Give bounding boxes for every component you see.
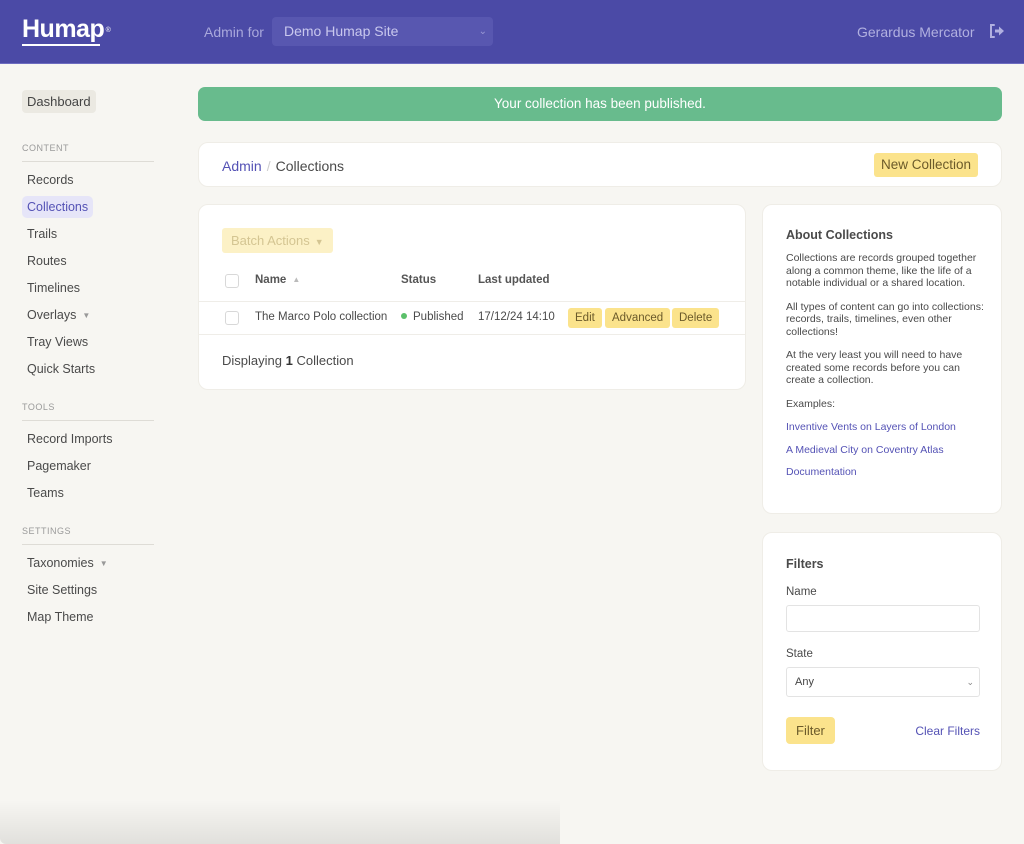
status-dot-icon <box>401 312 407 319</box>
row-last-updated: 17/12/24 14:10 <box>478 311 555 323</box>
logo-text: Humap <box>22 15 105 43</box>
breadcrumb: Admin / Collections <box>222 158 344 174</box>
sidebar-item-teams[interactable]: Teams <box>22 482 69 504</box>
filter-actions: Filter Clear Filters <box>786 717 980 745</box>
new-collection-button[interactable]: New Collection <box>873 153 978 177</box>
filter-button[interactable]: Filter <box>786 717 835 744</box>
sidebar-item-label: Taxonomies <box>27 556 94 570</box>
example-link-layers-of-london[interactable]: Inventive Vents on Layers of London <box>786 421 986 433</box>
section-title: TOOLS <box>22 402 154 421</box>
about-title: About Collections <box>786 228 893 242</box>
success-alert: Your collection has been published. <box>198 87 1002 121</box>
sort-icon: ▲︎ <box>292 275 300 285</box>
about-paragraph: All types of content can go into collect… <box>786 300 984 338</box>
breadcrumb-separator: / <box>266 158 271 174</box>
sidebar-item-dashboard[interactable]: Dashboard <box>22 90 96 113</box>
row-name[interactable]: The Marco Polo collection <box>255 311 387 323</box>
displaying-count: Displaying 1 Collection <box>222 353 354 368</box>
batch-actions-label: Batch Actions <box>231 233 310 248</box>
filters-card: Filters Name State Any ⌄ Filter Clear Fi… <box>762 532 1002 771</box>
sidebar-item-routes[interactable]: Routes <box>22 250 72 272</box>
clear-filters-link[interactable]: Clear Filters <box>915 724 980 738</box>
sidebar-section-content: CONTENT Records Collections Trails Route… <box>22 143 154 380</box>
chevron-down-icon: ⌄ <box>966 677 974 687</box>
section-title: SETTINGS <box>22 526 154 545</box>
user-name[interactable]: Gerardus Mercator <box>857 24 974 40</box>
sidebar-item-tray-views[interactable]: Tray Views <box>22 331 93 353</box>
admin-for-label: Admin for <box>204 24 264 40</box>
examples-label: Examples: <box>786 397 836 410</box>
about-paragraph: Collections are records grouped together… <box>786 252 977 289</box>
example-link-coventry-atlas[interactable]: A Medieval City on Coventry Atlas <box>786 444 986 456</box>
sidebar-item-map-theme[interactable]: Map Theme <box>22 606 98 628</box>
breadcrumb-card: Admin / Collections New Collection <box>198 142 1002 187</box>
row-divider <box>199 301 745 302</box>
about-paragraph: At the very least you will need to have … <box>786 349 963 386</box>
sidebar-item-record-imports[interactable]: Record Imports <box>22 428 117 450</box>
footer-suffix: Collection <box>296 353 354 368</box>
column-header-name[interactable]: Name ▲︎ <box>255 274 300 286</box>
site-select-value: Demo Humap Site <box>284 23 399 39</box>
status-text: Published <box>413 311 464 323</box>
caret-down-icon: ▼ <box>82 310 91 320</box>
sidebar-item-trails[interactable]: Trails <box>22 223 62 245</box>
breadcrumb-admin-link[interactable]: Admin <box>222 158 262 174</box>
name-label: Name <box>786 586 817 598</box>
row-checkbox[interactable] <box>225 311 239 325</box>
documentation-link[interactable]: Documentation <box>786 466 986 478</box>
sidebar-item-records[interactable]: Records <box>22 169 79 191</box>
about-collections-card: About Collections Collections are record… <box>762 204 1002 514</box>
sidebar-item-collections[interactable]: Collections <box>22 196 94 218</box>
sidebar: Dashboard CONTENT Records Collections Tr… <box>22 90 154 633</box>
sidebar-item-timelines[interactable]: Timelines <box>22 277 85 299</box>
select-all-checkbox[interactable] <box>225 274 239 288</box>
sidebar-item-label: Overlays <box>27 308 77 322</box>
logo-underline <box>22 44 101 46</box>
sidebar-section-settings: SETTINGS Taxonomies ▼ Site Settings Map T… <box>22 526 154 628</box>
column-header-status: Status <box>401 274 437 286</box>
bottom-shadow <box>0 800 560 844</box>
humap-logo[interactable]: Humap ® <box>22 15 111 46</box>
sidebar-section-tools: TOOLS Record Imports Pagemaker Teams <box>22 402 154 504</box>
section-title: CONTENT <box>22 143 154 162</box>
caret-down-icon: ▼ <box>99 558 108 568</box>
batch-actions-button[interactable]: Batch Actions ▼ <box>222 228 333 253</box>
sidebar-item-pagemaker[interactable]: Pagemaker <box>22 455 96 477</box>
state-select[interactable]: Any ⌄ <box>786 667 980 697</box>
row-status: Published <box>401 311 464 323</box>
state-label: State <box>786 648 813 660</box>
column-label: Name <box>255 274 287 286</box>
delete-button[interactable]: Delete <box>672 308 720 328</box>
breadcrumb-current: Collections <box>275 158 345 174</box>
advanced-button[interactable]: Advanced <box>605 308 671 328</box>
state-select-value: Any <box>795 676 814 688</box>
sidebar-item-quick-starts[interactable]: Quick Starts <box>22 358 100 380</box>
registered-mark: ® <box>105 27 111 34</box>
collections-table-card: Batch Actions ▼ Name ▲︎ Status Last update… <box>198 204 746 390</box>
site-select[interactable]: Demo Humap Site ⌄ <box>272 17 493 46</box>
row-divider <box>199 334 745 335</box>
column-header-last-updated: Last updated <box>478 274 550 286</box>
edit-button[interactable]: Edit <box>568 308 602 328</box>
logout-icon[interactable] <box>988 22 1006 40</box>
sidebar-item-site-settings[interactable]: Site Settings <box>22 579 102 601</box>
footer-count: 1 <box>285 353 293 368</box>
caret-down-icon: ▼ <box>314 237 324 247</box>
name-filter-input[interactable] <box>786 605 980 632</box>
sidebar-item-overlays[interactable]: Overlays ▼ <box>22 304 95 326</box>
chevron-down-icon: ⌄ <box>478 26 487 37</box>
top-bar: Humap ® Admin for Demo Humap Site ⌄ Gera… <box>0 0 1024 64</box>
sidebar-item-taxonomies[interactable]: Taxonomies ▼ <box>22 552 113 574</box>
filters-title: Filters <box>786 557 824 571</box>
footer-prefix: Displaying <box>222 353 282 368</box>
